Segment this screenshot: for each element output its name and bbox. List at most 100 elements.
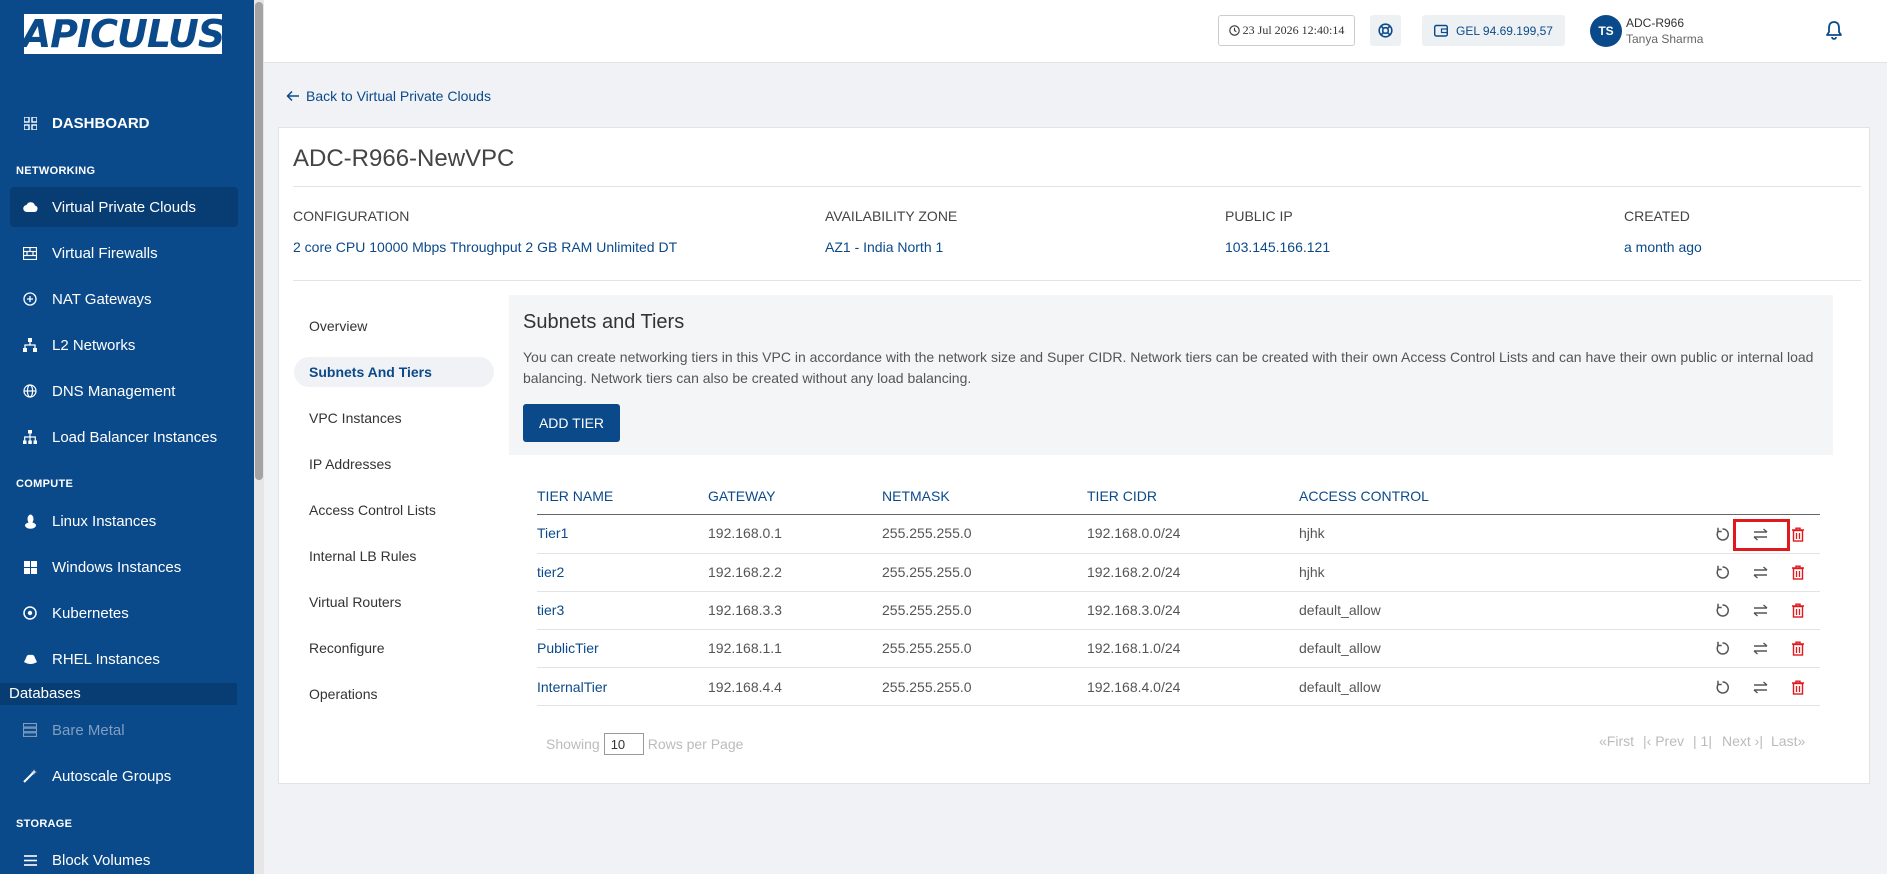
sidebar-item-dns[interactable]: DNS Management: [10, 371, 238, 411]
sidebar-item-kubernetes[interactable]: Kubernetes: [10, 593, 238, 633]
trash-icon: [1792, 641, 1804, 656]
sidebar-item-linux[interactable]: Linux Instances: [10, 501, 238, 541]
trash-icon: [1792, 680, 1804, 695]
restart-icon: [1716, 527, 1729, 541]
notifications-button[interactable]: [1824, 20, 1846, 42]
restart-icon: [1716, 641, 1729, 655]
sidebar-item-baremetal[interactable]: Bare Metal: [10, 710, 238, 750]
wallet-icon: [1434, 24, 1449, 37]
restart-tier-button[interactable]: [1713, 563, 1731, 581]
sidebar-item-autoscale[interactable]: Autoscale Groups: [10, 756, 238, 796]
tier-name-link[interactable]: tier3: [537, 602, 564, 618]
swap-acl-button[interactable]: [1751, 639, 1769, 657]
cidr-cell: 192.168.4.0/24: [1087, 679, 1181, 695]
tab-overview[interactable]: Overview: [294, 311, 494, 341]
tier-name-link[interactable]: InternalTier: [537, 679, 607, 695]
delete-tier-button[interactable]: [1789, 601, 1807, 619]
arrow-left-icon: [286, 90, 299, 102]
tab-reconfigure[interactable]: Reconfigure: [294, 633, 494, 663]
tier-name-link[interactable]: Tier1: [537, 525, 568, 541]
tab-ip-addresses[interactable]: IP Addresses: [294, 449, 494, 479]
sidebar-item-l2[interactable]: L2 Networks: [10, 325, 238, 365]
showing-label: Showing: [546, 736, 600, 752]
sidebar-scrollbar[interactable]: [254, 0, 264, 874]
delete-tier-button[interactable]: [1789, 525, 1807, 543]
acl-cell: hjhk: [1299, 525, 1325, 541]
restart-tier-button[interactable]: [1713, 678, 1731, 696]
delete-tier-button[interactable]: [1789, 678, 1807, 696]
lifebuoy-icon: [1378, 23, 1393, 38]
last-page-button[interactable]: Last»: [1771, 733, 1805, 749]
sidebar-item-firewalls[interactable]: Virtual Firewalls: [10, 233, 238, 273]
tab-operations[interactable]: Operations: [294, 679, 494, 709]
sidebar-item-nat[interactable]: NAT Gateways: [10, 279, 238, 319]
sidebar-item-label: Block Volumes: [52, 851, 151, 869]
sidebar-item-label: NAT Gateways: [52, 290, 152, 308]
user-name[interactable]: Tanya Sharma: [1626, 32, 1703, 46]
configuration-label: CONFIGURATION: [293, 208, 410, 224]
first-page-button[interactable]: «First: [1599, 733, 1634, 749]
apiculus-logo[interactable]: APICULUS: [22, 12, 226, 56]
sidebar-item-label: Kubernetes: [52, 604, 129, 622]
sidebar-item-vpc[interactable]: Virtual Private Clouds: [10, 187, 238, 227]
tab-access-control-lists[interactable]: Access Control Lists: [294, 495, 494, 525]
netmask-cell: 255.255.255.0: [882, 640, 972, 656]
sidebar-item-windows[interactable]: Windows Instances: [10, 547, 238, 587]
cidr-cell: 192.168.0.0/24: [1087, 525, 1181, 541]
sidebar-item-rhel[interactable]: RHEL Instances: [10, 639, 238, 679]
tier-name-link[interactable]: PublicTier: [537, 640, 599, 656]
firewall-icon: [22, 245, 38, 261]
tab-internal-lb-rules[interactable]: Internal LB Rules: [294, 541, 494, 571]
restart-tier-button[interactable]: [1713, 639, 1731, 657]
sidebar-item-block[interactable]: Block Volumes: [10, 840, 238, 874]
column-header-tier-name: TIER NAME: [537, 488, 614, 504]
swap-acl-button[interactable]: [1751, 678, 1769, 696]
vpc-detail-card: [278, 127, 1870, 784]
tab-subnets-and-tiers[interactable]: Subnets And Tiers: [294, 357, 494, 387]
back-to-vpcs-link[interactable]: Back to Virtual Private Clouds: [286, 88, 491, 104]
restart-tier-button[interactable]: [1713, 525, 1731, 543]
trash-icon: [1792, 527, 1804, 542]
delete-tier-button[interactable]: [1789, 563, 1807, 581]
sidebar-item-dashboard[interactable]: DASHBOARD: [10, 103, 238, 143]
bell-icon: [1826, 21, 1842, 40]
wallet-balance[interactable]: GEL 94.69.199,57: [1422, 15, 1565, 46]
swap-acl-button[interactable]: [1751, 563, 1769, 581]
tier-name-link[interactable]: tier2: [537, 564, 564, 580]
delete-tier-button[interactable]: [1789, 639, 1807, 657]
kubernetes-icon: [22, 605, 38, 621]
balance-text: GEL 94.69.199,57: [1456, 23, 1553, 38]
sidebar: APICULUS DASHBOARD NETWORKING Virtual Pr…: [0, 0, 254, 874]
netmask-cell: 255.255.255.0: [882, 602, 972, 618]
row-divider: [537, 667, 1820, 668]
sidebar-item-lb[interactable]: Load Balancer Instances: [10, 417, 238, 457]
add-tier-button[interactable]: ADD TIER: [523, 404, 620, 442]
swap-acl-button[interactable]: [1751, 601, 1769, 619]
sidebar-scroll-thumb[interactable]: [255, 2, 263, 480]
tab-vpc-instances[interactable]: VPC Instances: [294, 403, 494, 433]
avatar[interactable]: TS: [1590, 15, 1622, 47]
network-tree-icon: [22, 337, 38, 353]
redhat-icon: [22, 651, 38, 667]
netmask-cell: 255.255.255.0: [882, 679, 972, 695]
restart-tier-button[interactable]: [1713, 601, 1731, 619]
section-storage: STORAGE: [16, 818, 73, 830]
exchange-icon: [1753, 565, 1767, 579]
netmask-cell: 255.255.255.0: [882, 564, 972, 580]
column-header-access-control: ACCESS CONTROL: [1299, 488, 1429, 504]
prev-page-button[interactable]: |‹ Prev: [1643, 733, 1684, 749]
rows-per-page-input[interactable]: 10: [603, 733, 644, 755]
divider: [293, 186, 1861, 187]
section-databases[interactable]: Databases: [0, 683, 237, 705]
restart-icon: [1716, 565, 1729, 579]
acl-cell: default_allow: [1299, 602, 1381, 618]
linux-icon: [22, 513, 38, 529]
account-name[interactable]: ADC-R966: [1626, 16, 1684, 30]
panel-title: Subnets and Tiers: [523, 311, 685, 333]
windows-icon: [22, 559, 38, 575]
magic-wand-icon: [22, 768, 38, 784]
next-page-button[interactable]: Next ›|: [1722, 733, 1763, 749]
tab-virtual-routers[interactable]: Virtual Routers: [294, 587, 494, 617]
support-button[interactable]: [1370, 15, 1401, 46]
exchange-icon: [1753, 603, 1767, 617]
